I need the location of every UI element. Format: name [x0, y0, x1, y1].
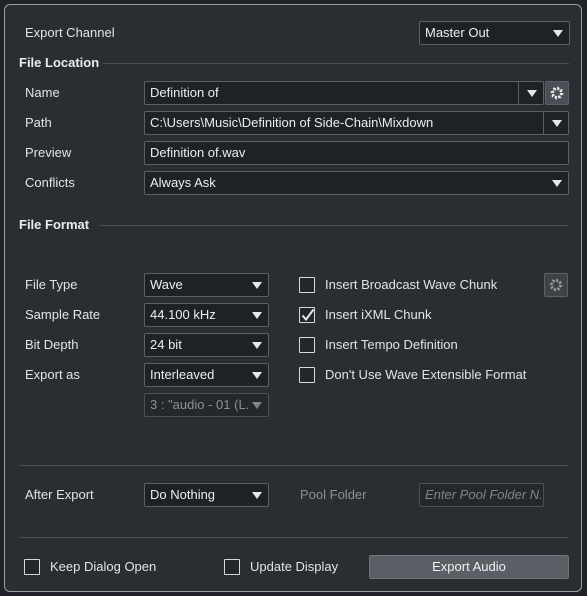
tempo-definition-checkbox[interactable]	[299, 337, 315, 353]
gear-icon	[549, 278, 563, 292]
file-format-heading: File Format	[19, 217, 90, 232]
pool-folder-placeholder: Enter Pool Folder N.	[425, 487, 543, 502]
ixml-chunk-label: Insert iXML Chunk	[325, 307, 432, 322]
file-type-label: File Type	[25, 277, 78, 292]
export-audio-button[interactable]: Export Audio	[369, 555, 569, 579]
update-display-checkbox[interactable]	[224, 559, 240, 575]
path-field[interactable]: C:\Users\Music\Definition of Side-Chain\…	[144, 111, 569, 135]
section-divider	[99, 225, 569, 226]
sample-rate-value: 44.100 kHz	[150, 307, 216, 322]
chevron-down-icon	[252, 342, 262, 349]
sample-rate-label: Sample Rate	[25, 307, 101, 322]
tempo-definition-label: Insert Tempo Definition	[325, 337, 458, 352]
field-divider	[518, 82, 519, 104]
file-type-value: Wave	[150, 277, 183, 292]
file-location-heading: File Location	[19, 55, 100, 70]
export-as-value: Interleaved	[150, 367, 215, 382]
section-divider	[19, 465, 569, 466]
conflicts-value: Always Ask	[150, 175, 216, 190]
field-divider	[543, 112, 544, 134]
broadcast-wave-checkbox[interactable]	[299, 277, 315, 293]
chevron-down-icon	[252, 372, 262, 379]
path-value: C:\Users\Music\Definition of Side-Chain\…	[150, 115, 434, 130]
wave-extensible-label: Don't Use Wave Extensible Format	[325, 367, 527, 382]
pool-folder-input: Enter Pool Folder N.	[419, 483, 544, 507]
after-export-value: Do Nothing	[150, 487, 216, 502]
name-label: Name	[25, 85, 60, 100]
channel-value: 3 : "audio - 01 (L.	[150, 397, 250, 412]
export-as-label: Export as	[25, 367, 80, 382]
path-label: Path	[25, 115, 52, 130]
preview-value: Definition of.wav	[150, 145, 246, 160]
preview-label: Preview	[25, 145, 72, 160]
checkmark-icon	[301, 308, 315, 322]
name-field[interactable]: Definition of	[144, 81, 544, 105]
chevron-down-icon[interactable]	[527, 90, 537, 97]
section-divider	[103, 63, 569, 64]
broadcast-wave-settings-button[interactable]	[544, 273, 568, 297]
channel-select: 3 : "audio - 01 (L.	[144, 393, 269, 417]
chevron-down-icon	[553, 30, 563, 37]
bit-depth-label: Bit Depth	[25, 337, 79, 352]
gear-icon	[550, 86, 564, 100]
section-divider	[19, 537, 569, 538]
export-channel-label: Export Channel	[25, 25, 115, 40]
pool-folder-label: Pool Folder	[300, 487, 367, 502]
file-type-select[interactable]: Wave	[144, 273, 269, 297]
chevron-down-icon	[252, 402, 262, 409]
after-export-select[interactable]: Do Nothing	[144, 483, 269, 507]
bit-depth-select[interactable]: 24 bit	[144, 333, 269, 357]
bit-depth-value: 24 bit	[150, 337, 182, 352]
name-settings-button[interactable]	[545, 81, 569, 105]
update-display-label: Update Display	[250, 559, 339, 574]
export-as-select[interactable]: Interleaved	[144, 363, 269, 387]
chevron-down-icon	[252, 282, 262, 289]
wave-extensible-checkbox[interactable]	[299, 367, 315, 383]
export-dialog: Export Channel Master Out File Location …	[4, 4, 582, 592]
after-export-label: After Export	[25, 487, 94, 502]
keep-dialog-open-checkbox[interactable]	[24, 559, 40, 575]
broadcast-wave-label: Insert Broadcast Wave Chunk	[325, 277, 498, 292]
chevron-down-icon[interactable]	[552, 120, 562, 127]
conflicts-select[interactable]: Always Ask	[144, 171, 569, 195]
preview-field: Definition of.wav	[144, 141, 569, 165]
chevron-down-icon	[252, 312, 262, 319]
chevron-down-icon	[252, 492, 262, 499]
sample-rate-select[interactable]: 44.100 kHz	[144, 303, 269, 327]
keep-dialog-open-label: Keep Dialog Open	[50, 559, 157, 574]
chevron-down-icon	[552, 180, 562, 187]
ixml-chunk-checkbox[interactable]	[299, 307, 315, 323]
conflicts-label: Conflicts	[25, 175, 75, 190]
export-channel-value: Master Out	[425, 25, 490, 40]
name-value: Definition of	[150, 85, 219, 100]
export-channel-select[interactable]: Master Out	[419, 21, 570, 45]
